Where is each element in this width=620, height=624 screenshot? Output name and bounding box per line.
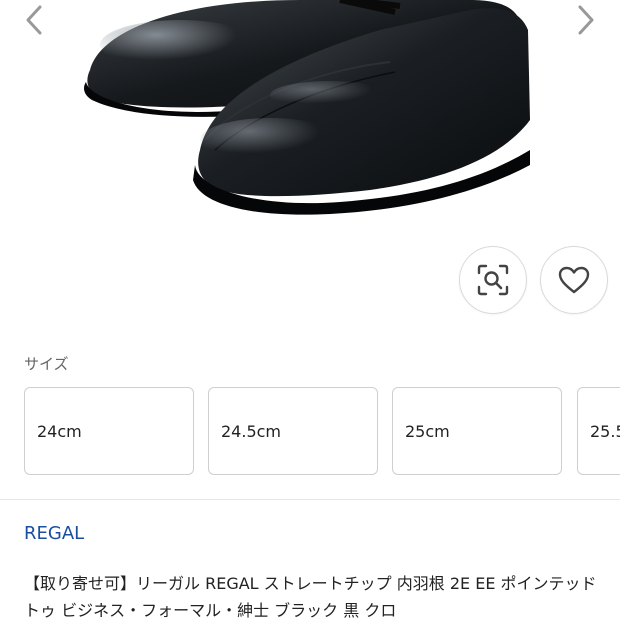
chevron-right-icon xyxy=(578,5,594,35)
next-image-button[interactable] xyxy=(566,0,606,40)
size-option[interactable]: 24.5cm xyxy=(208,387,378,475)
product-image-shoes xyxy=(84,0,530,215)
size-section-label: サイズ xyxy=(24,355,69,373)
heart-icon xyxy=(558,266,590,294)
size-option[interactable]: 25cm xyxy=(392,387,562,475)
zoom-button[interactable] xyxy=(459,246,527,314)
product-title: 【取り寄せ可】リーガル REGAL ストレートチップ 内羽根 2E EE ポイン… xyxy=(24,574,597,620)
favorite-button[interactable] xyxy=(540,246,608,314)
size-option[interactable]: 25.5cm xyxy=(577,387,620,475)
size-option[interactable]: 24cm xyxy=(24,387,194,475)
brand-link[interactable]: REGAL xyxy=(24,523,84,544)
product-image-gallery[interactable] xyxy=(0,0,620,325)
zoom-search-icon xyxy=(477,264,509,296)
section-divider xyxy=(0,499,620,500)
previous-image-button[interactable] xyxy=(14,0,54,40)
chevron-left-icon xyxy=(26,5,42,35)
size-option-list: 24cm 24.5cm 25cm 25.5cm xyxy=(24,387,620,479)
